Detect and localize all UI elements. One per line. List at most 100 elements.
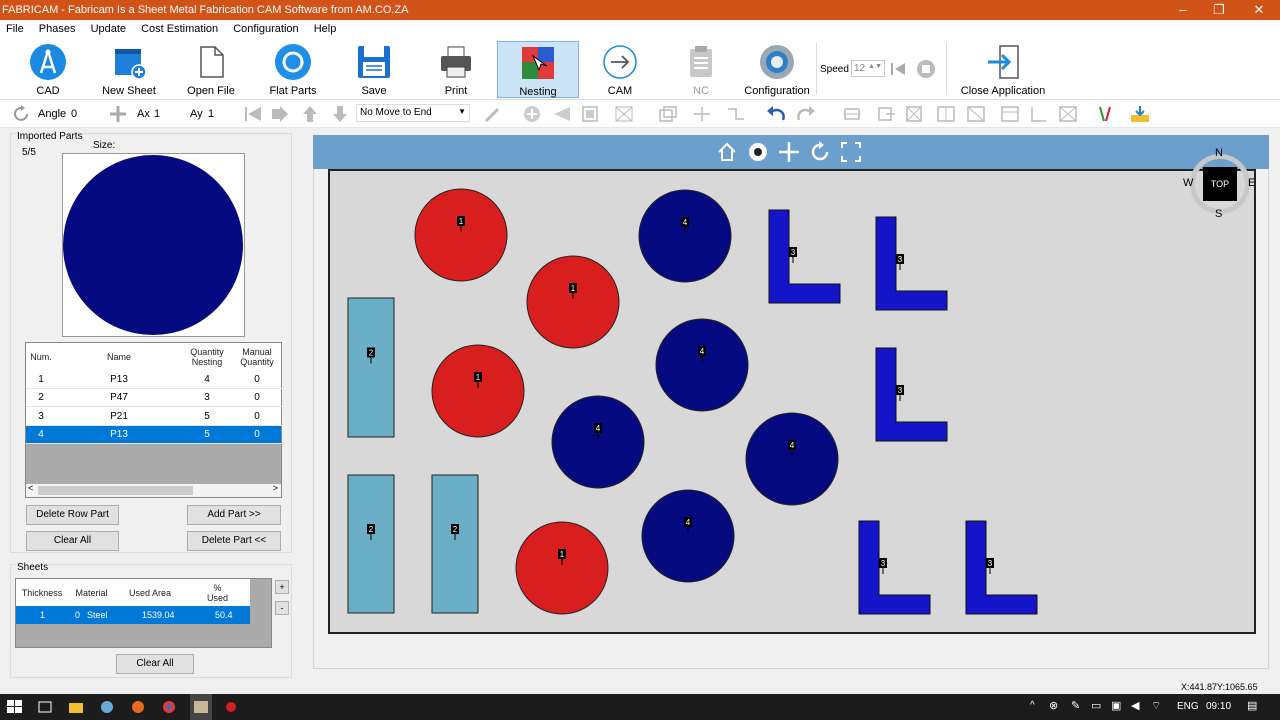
menu-help[interactable]: Help: [308, 20, 343, 38]
nc-tool-icon[interactable]: [614, 105, 634, 123]
fabricam-taskbar-item[interactable]: [190, 694, 212, 720]
move-arrows-icon[interactable]: [108, 105, 128, 123]
angle-tool-icon[interactable]: [1028, 105, 1048, 123]
ribbon-divider: [816, 43, 817, 95]
parts-table-row[interactable]: 1 P13 4 0: [26, 371, 282, 389]
maximize-button[interactable]: ❐: [1200, 0, 1238, 20]
stop-icon[interactable]: [916, 59, 936, 79]
open-file-button[interactable]: Open File: [171, 41, 251, 98]
parts-table-row[interactable]: 2 P47 3 0: [26, 389, 282, 408]
configuration-button[interactable]: Configuration: [737, 41, 817, 98]
clock[interactable]: 09:10: [1206, 701, 1231, 712]
chrome-icon[interactable]: [161, 700, 177, 714]
wifi-icon[interactable]: ⌔: [1151, 699, 1161, 713]
nc-label: NC: [693, 85, 709, 97]
notifications-icon[interactable]: ▤: [1247, 699, 1257, 712]
print-button[interactable]: Print: [416, 41, 496, 98]
menu-bar: File Phases Update Cost Estimation Confi…: [0, 20, 1280, 39]
add-sheet-button[interactable]: +: [275, 580, 289, 594]
horizontal-scrollbar[interactable]: < >: [26, 483, 281, 497]
align-tool-icon[interactable]: [842, 105, 862, 123]
sheets-row-selected[interactable]: 1 0 Steel 1539.04 50.4: [16, 606, 250, 624]
pan-view-icon[interactable]: [778, 141, 800, 163]
move-bottom-icon[interactable]: [330, 105, 350, 123]
move-right-end-icon[interactable]: [270, 105, 290, 123]
window-title: FABRICAM - Fabricam Is a Sheet Metal Fab…: [2, 4, 409, 16]
volume-icon[interactable]: ◀: [1131, 699, 1139, 712]
menu-cost-estimation[interactable]: Cost Estimation: [135, 20, 224, 38]
x-box-tool-icon[interactable]: [1058, 105, 1078, 123]
add-part-button[interactable]: Add Part >>: [187, 505, 281, 525]
network-icon[interactable]: ▣: [1111, 699, 1121, 712]
delete-tool-icon[interactable]: [904, 105, 924, 123]
mirror-tool-icon[interactable]: [936, 105, 956, 123]
speed-input[interactable]: 12 ▲▼: [851, 60, 885, 77]
undo-icon[interactable]: [766, 105, 786, 123]
file-explorer-icon[interactable]: [68, 700, 84, 714]
link-tool-icon[interactable]: [726, 105, 746, 123]
delete-part-button[interactable]: Delete Part <<: [187, 531, 281, 551]
tray-app-icon[interactable]: ⊗: [1049, 699, 1058, 712]
orbit-view-icon[interactable]: [747, 141, 769, 163]
clear-all-sheets-button[interactable]: Clear All: [116, 654, 194, 674]
new-sheet-button[interactable]: New Sheet: [89, 41, 169, 98]
parts-table-row[interactable]: 4 P13 5 0: [26, 425, 282, 444]
close-application-button[interactable]: Close Application: [958, 41, 1048, 98]
download-tool-icon[interactable]: [1130, 105, 1150, 123]
ay-input[interactable]: 1: [208, 108, 236, 120]
nc-button[interactable]: NC: [661, 41, 741, 98]
move-mode-select[interactable]: No Move to End ▼: [356, 104, 470, 122]
close-window-button[interactable]: ✕: [1240, 0, 1278, 20]
grid-tool-icon[interactable]: [580, 105, 600, 123]
panel-tool-icon[interactable]: [1000, 105, 1020, 123]
cam-label: CAM: [607, 85, 633, 97]
ax-input[interactable]: 1: [154, 108, 182, 120]
branch-tool-icon[interactable]: [692, 105, 712, 123]
firefox-icon[interactable]: [130, 700, 146, 714]
windows-start-icon[interactable]: [7, 700, 23, 714]
cross-tool-icon[interactable]: [966, 105, 986, 123]
redo-icon[interactable]: [796, 105, 816, 123]
cad-button[interactable]: CAD: [8, 41, 88, 98]
add-circle-icon[interactable]: [522, 105, 542, 123]
home-view-icon[interactable]: [716, 141, 738, 163]
frame-tool-icon[interactable]: [658, 105, 678, 123]
nesting-button[interactable]: Nesting: [497, 41, 579, 98]
minimize-button[interactable]: –: [1164, 0, 1202, 20]
delete-row-part-button[interactable]: Delete Row Part: [26, 505, 119, 525]
tray-pen-icon[interactable]: ✎: [1071, 699, 1080, 712]
flat-parts-button[interactable]: Flat Parts: [253, 41, 333, 98]
color-lines-icon[interactable]: [1096, 105, 1116, 123]
remove-sheet-button[interactable]: -: [275, 601, 289, 615]
battery-icon[interactable]: ▭: [1091, 699, 1101, 712]
rotate-icon[interactable]: [12, 105, 32, 123]
cam-button[interactable]: CAM: [580, 41, 660, 98]
move-top-icon[interactable]: [300, 105, 320, 123]
scroll-left-icon[interactable]: <: [28, 483, 33, 493]
save-button[interactable]: Save: [334, 41, 414, 98]
task-view-icon[interactable]: [37, 700, 53, 714]
view-cube-top[interactable]: TOP: [1203, 167, 1237, 201]
angle-input[interactable]: 0: [71, 108, 101, 120]
parts-table-row[interactable]: 3 P21 5 0: [26, 408, 282, 426]
clear-all-parts-button[interactable]: Clear All: [26, 531, 119, 551]
menu-file[interactable]: File: [0, 20, 30, 38]
language-indicator[interactable]: ENG: [1177, 701, 1199, 712]
move-left-end-icon[interactable]: [244, 105, 264, 123]
triangle-tool-icon[interactable]: [552, 105, 572, 123]
steam-icon[interactable]: [99, 700, 115, 714]
rotate-view-icon[interactable]: [809, 141, 831, 163]
scroll-right-icon[interactable]: >: [273, 483, 278, 493]
menu-configuration[interactable]: Configuration: [227, 20, 304, 38]
menu-update[interactable]: Update: [85, 20, 132, 38]
menu-phases[interactable]: Phases: [33, 20, 82, 38]
export-tool-icon[interactable]: [876, 105, 896, 123]
cursor-coordinates: X:441.87Y:1065.65: [1181, 682, 1258, 692]
step-back-icon[interactable]: [888, 60, 908, 78]
fit-view-icon[interactable]: [840, 141, 862, 163]
pencil-icon[interactable]: [482, 105, 502, 123]
scroll-thumb[interactable]: [38, 486, 193, 495]
red-app-icon[interactable]: [223, 700, 239, 714]
col-manual-quantity: Manual Quantity: [240, 347, 274, 367]
tray-chevron-icon[interactable]: ^: [1030, 700, 1035, 711]
